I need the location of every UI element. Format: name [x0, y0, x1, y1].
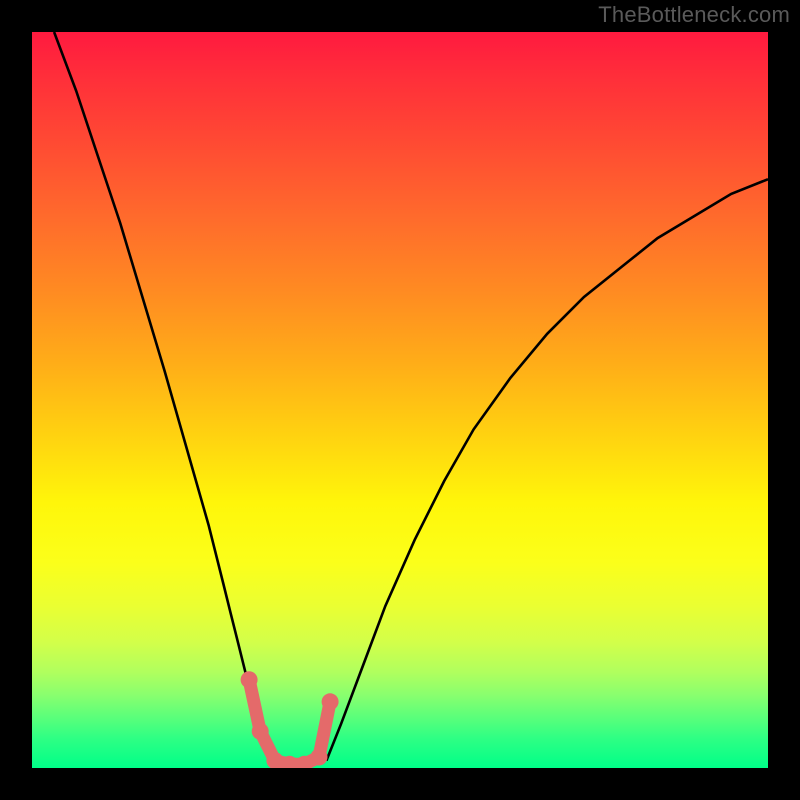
curve-layer	[32, 32, 768, 768]
chart-frame: TheBottleneck.com	[0, 0, 800, 800]
left-curve	[54, 32, 275, 761]
valley-marker	[252, 723, 269, 740]
watermark-text: TheBottleneck.com	[598, 2, 790, 28]
valley-marker	[322, 693, 339, 710]
valley-marker	[241, 671, 258, 688]
plot-area	[32, 32, 768, 768]
valley-marker	[311, 749, 328, 766]
right-curve	[326, 179, 768, 760]
